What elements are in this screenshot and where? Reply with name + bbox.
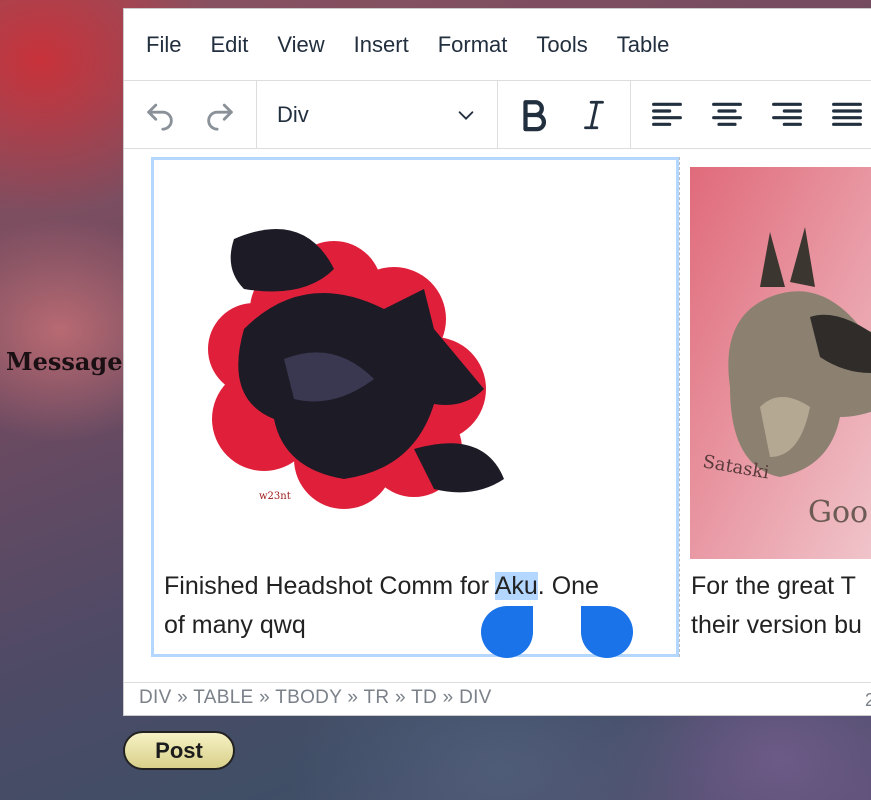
align-right-icon [772,102,802,126]
cell-2-text-line2: their version bu [691,611,862,639]
menu-tools[interactable]: Tools [536,32,587,58]
menu-table[interactable]: Table [617,32,670,58]
selection-start-handle[interactable] [481,606,533,658]
cell-1-text-after: . One [537,572,599,600]
element-path[interactable]: DIV » TABLE » TBODY » TR » TD » DIV [139,687,492,709]
toolbar: Div [124,81,871,149]
selected-text[interactable]: Aku [494,572,538,600]
cell-2-text-line1: For the great T [691,572,856,600]
menu-edit[interactable]: Edit [210,32,248,58]
selection-end-handle[interactable] [581,606,633,658]
black-fox-artwork: w23nt [208,229,504,509]
bold-icon [523,99,546,131]
post-button[interactable]: Post [123,731,235,770]
redo-button[interactable] [190,87,250,143]
menu-file[interactable]: File [146,32,181,58]
undo-button[interactable] [130,87,190,143]
align-right-button[interactable] [757,87,817,143]
cell-1-text-line2: of many qwq [164,611,306,639]
element-path-statusbar: DIV » TABLE » TBODY » TR » TD » DIV [124,683,871,713]
bold-button[interactable] [504,87,564,143]
align-left-button[interactable] [637,87,697,143]
redo-icon [207,103,233,131]
grey-dragon-headshot: Sataski Goo [690,167,871,559]
chevron-down-icon [458,110,474,120]
italic-icon [584,100,604,129]
align-justify-icon [832,102,862,126]
cell-2-text[interactable]: For the great T their version bu [691,567,871,645]
word-count: 2 [864,690,871,710]
align-left-icon [652,102,682,126]
menu-format[interactable]: Format [438,32,508,58]
menubar: File Edit View Insert Format Tools Table [124,9,871,81]
format-group: Div [257,81,498,148]
undo-icon [147,103,173,131]
style-group [498,81,631,148]
align-center-icon [712,102,742,126]
align-center-button[interactable] [697,87,757,143]
editor-content[interactable]: w23nt Finished Headshot Comm for Aku. On… [124,149,871,683]
svg-text:w23nt: w23nt [259,491,291,502]
align-group [631,81,871,148]
italic-button[interactable] [564,87,624,143]
message-label: Message [6,347,123,376]
menu-insert[interactable]: Insert [354,32,409,58]
history-group [124,81,257,148]
cell-1-text-before: Finished Headshot Comm for [164,572,495,600]
block-format-value: Div [277,101,309,127]
block-format-select[interactable]: Div [257,81,497,148]
cell-divider [679,157,680,657]
menu-view[interactable]: View [277,32,324,58]
align-justify-button[interactable] [817,87,871,143]
svg-text:Goo: Goo [808,495,868,530]
rich-text-editor[interactable]: File Edit View Insert Format Tools Table [123,8,871,716]
